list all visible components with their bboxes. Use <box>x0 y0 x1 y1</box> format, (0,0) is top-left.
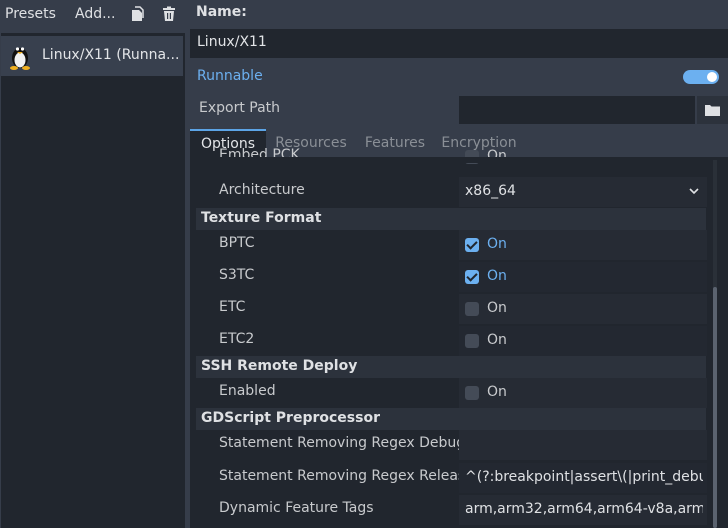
architecture-dropdown[interactable]: x86_64 <box>459 177 707 207</box>
checkbox[interactable] <box>465 270 479 284</box>
option-row-feature-tags: Dynamic Feature Tags arm,arm32,arm64,arm… <box>196 495 707 525</box>
checkbox[interactable] <box>465 238 479 252</box>
clip-mask <box>190 157 728 163</box>
option-row-regex-debug: Statement Removing Regex Debug <box>196 430 707 460</box>
browse-button[interactable] <box>697 96 728 124</box>
option-value[interactable]: On <box>459 294 707 324</box>
name-field[interactable]: Linux/X11 <box>190 29 728 58</box>
option-row-s3tc: S3TC On <box>196 262 707 292</box>
presets-header: Presets Add... <box>0 0 186 30</box>
option-value[interactable]: On <box>459 262 707 292</box>
feature-tags-field[interactable]: arm,arm32,arm64,arm64-v8a,arme <box>459 495 707 525</box>
checkbox-text: On <box>487 268 507 284</box>
presets-title: Presets <box>5 6 56 22</box>
options-scrollbar-thumb[interactable] <box>713 287 717 528</box>
delete-icon[interactable] <box>161 6 177 22</box>
option-row-architecture: Architecture x86_64 <box>196 177 707 207</box>
add-preset-button[interactable]: Add... <box>75 6 115 22</box>
checkbox-text: On <box>487 236 507 252</box>
field-value: ^(?:breakpoint|assert\(|print_debu <box>465 469 703 485</box>
regex-debug-field[interactable] <box>459 430 707 460</box>
option-label: Architecture <box>219 182 305 198</box>
option-value[interactable]: On <box>459 230 707 260</box>
dropdown-value: x86_64 <box>465 183 516 199</box>
checkbox[interactable] <box>465 386 479 400</box>
option-value[interactable]: On <box>459 326 707 356</box>
option-label: Statement Removing Regex Debug <box>219 435 466 451</box>
regex-release-field[interactable]: ^(?:breakpoint|assert\(|print_debu <box>459 463 707 493</box>
checkbox[interactable] <box>465 334 479 348</box>
option-label: ETC2 <box>219 331 255 347</box>
section-gdscript-preprocessor[interactable]: GDScript Preprocessor <box>196 408 706 430</box>
export-path-label: Export Path <box>199 100 281 116</box>
export-path-field[interactable] <box>459 96 695 124</box>
section-texture-format[interactable]: Texture Format <box>196 208 706 230</box>
section-ssh-remote-deploy[interactable]: SSH Remote Deploy <box>196 356 706 378</box>
option-label: S3TC <box>219 267 255 283</box>
duplicate-icon[interactable] <box>129 6 145 22</box>
options-panel: Embed PCK On Architecture x86_64 Texture… <box>190 147 728 528</box>
option-label: Dynamic Feature Tags <box>219 500 374 516</box>
section-title: GDScript Preprocessor <box>201 410 380 426</box>
checkbox-text: On <box>487 300 507 316</box>
preset-item-label: Linux/X11 (Runna... <box>42 47 180 63</box>
checkbox-text: On <box>487 332 507 348</box>
option-label: BPTC <box>219 235 255 251</box>
option-row-etc2: ETC2 On <box>196 326 707 356</box>
option-label: Enabled <box>219 383 276 399</box>
field-value: arm,arm32,arm64,arm64-v8a,arme <box>465 501 703 517</box>
preset-item-linux[interactable]: Linux/X11 (Runna... <box>1 36 183 76</box>
option-row-ssh-enabled: Enabled On <box>196 378 707 408</box>
section-title: SSH Remote Deploy <box>201 358 358 374</box>
option-row-regex-release: Statement Removing Regex Release ^(?:bre… <box>196 463 707 493</box>
runnable-label: Runnable <box>197 68 263 84</box>
option-value[interactable]: On <box>459 378 707 408</box>
runnable-toggle[interactable] <box>683 70 719 84</box>
checkbox[interactable] <box>465 302 479 316</box>
name-label: Name: <box>196 4 247 20</box>
checkbox-text: On <box>487 384 507 400</box>
option-row-bptc: BPTC On <box>196 230 707 260</box>
linux-tux-icon <box>10 47 30 70</box>
name-value: Linux/X11 <box>197 34 267 50</box>
folder-icon <box>705 105 720 116</box>
toggle-knob <box>707 72 717 82</box>
section-title: Texture Format <box>201 210 322 226</box>
chevron-down-icon <box>689 188 699 195</box>
presets-list <box>1 33 185 528</box>
option-label: ETC <box>219 299 246 315</box>
option-row-etc: ETC On <box>196 294 707 324</box>
option-label: Statement Removing Regex Release <box>219 468 474 484</box>
